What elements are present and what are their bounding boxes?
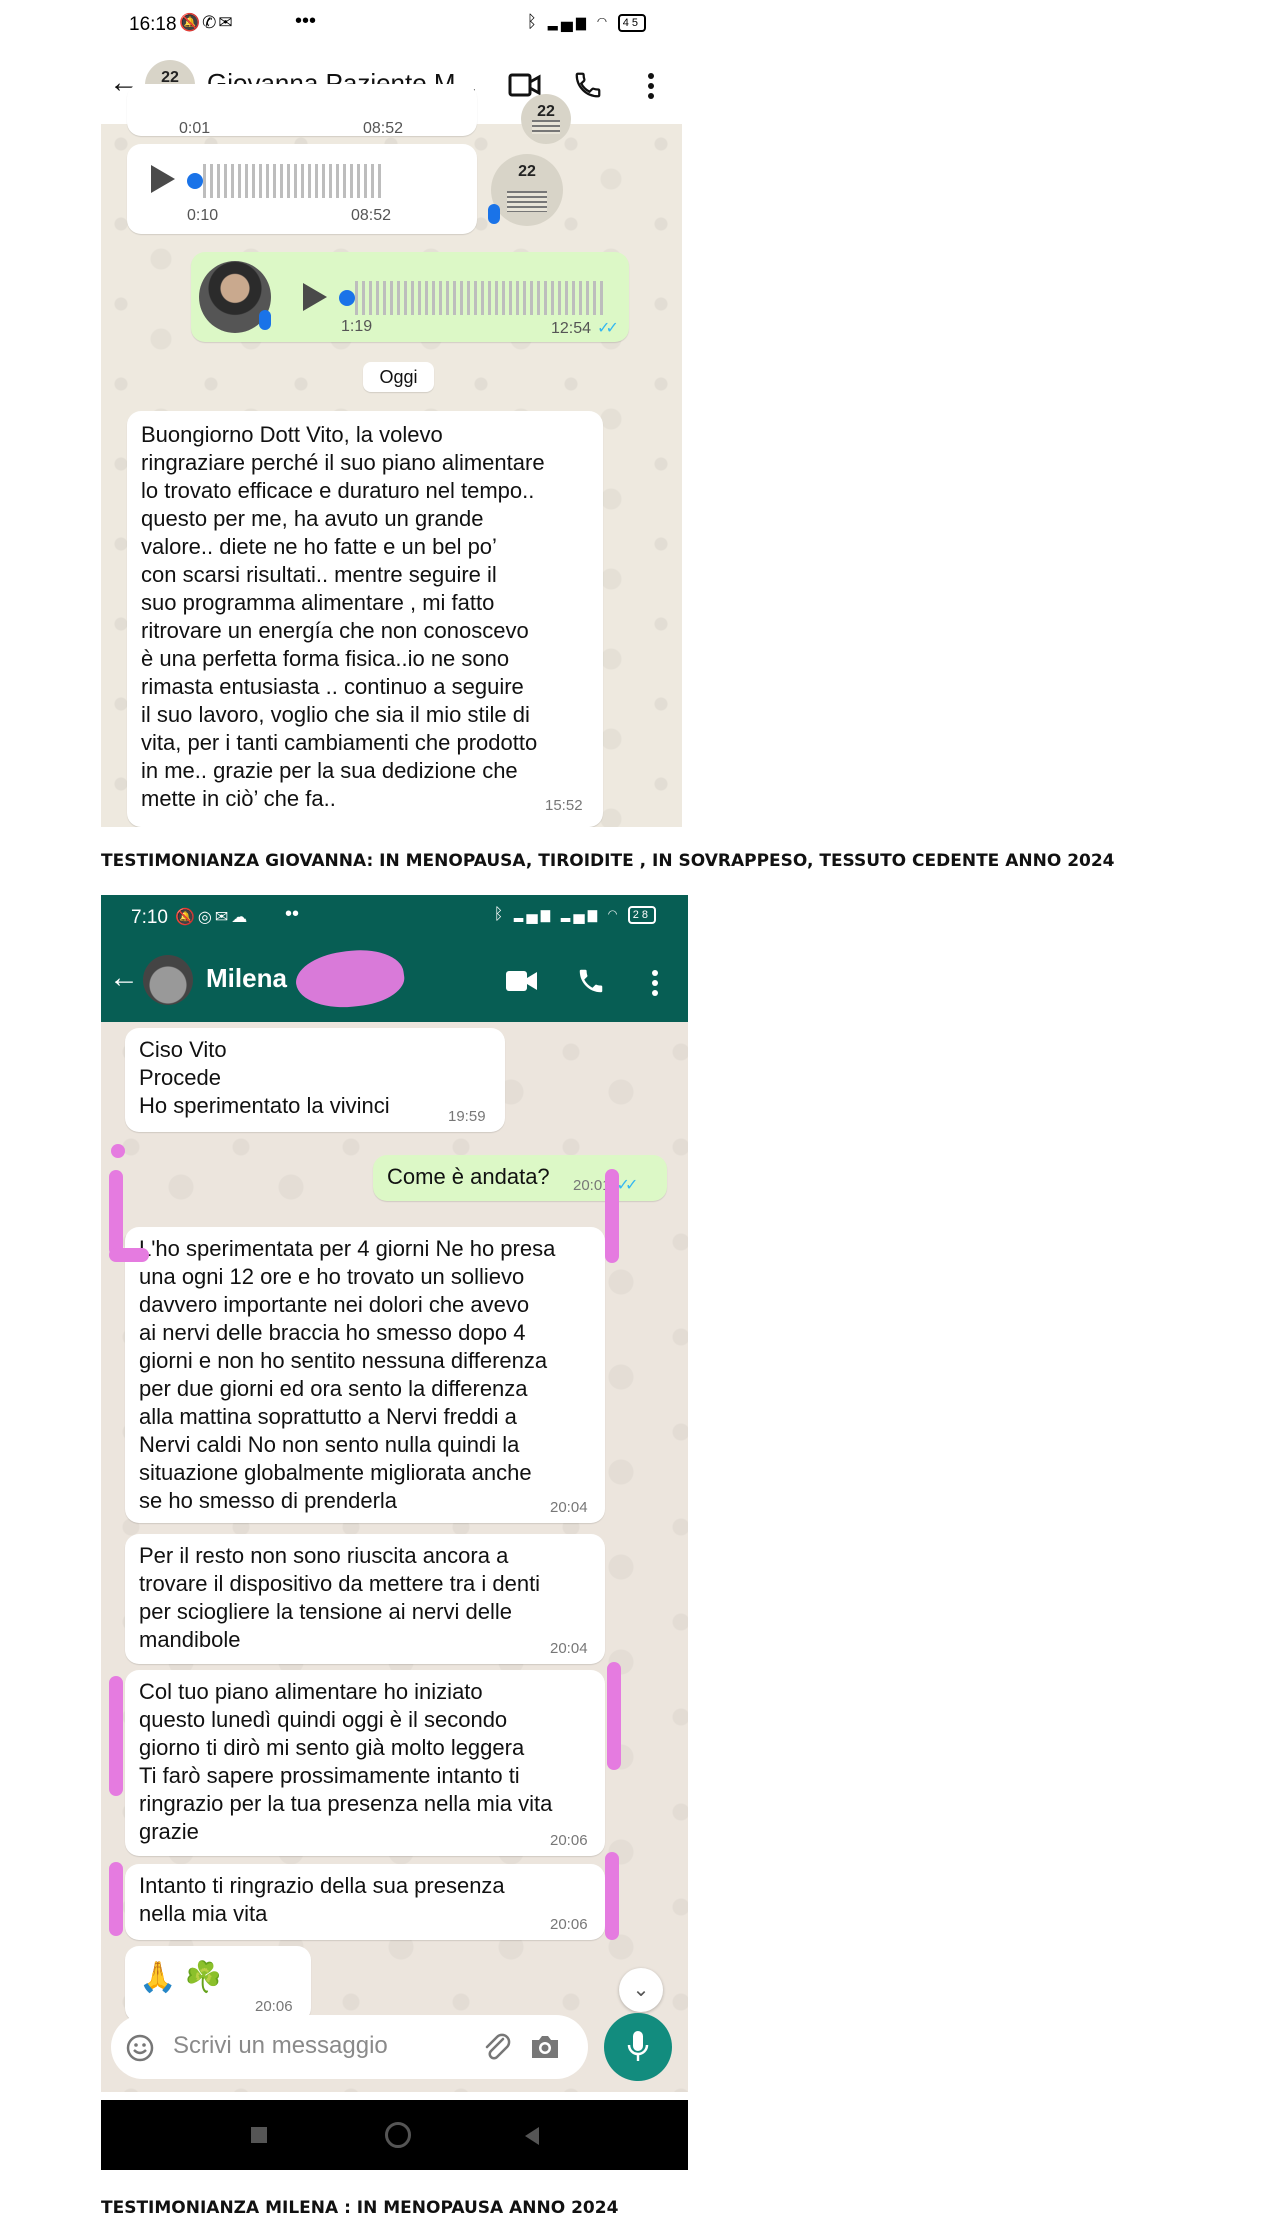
date-separator: Oggi [363, 362, 434, 392]
more-notifications-icon: ••• [295, 10, 317, 32]
read-ticks-icon: ✓✓ [616, 1177, 639, 1194]
voice-elapsed: 1:19 [341, 318, 373, 335]
voice-message-1[interactable]: 0:10 08:52 [127, 144, 477, 234]
highlight-dot [111, 1144, 125, 1158]
read-ticks-icon: ✓✓ [597, 320, 619, 337]
home-button[interactable] [385, 2122, 411, 2148]
message-time: 19:59 [448, 1108, 486, 1125]
message-text: Come è andata? [387, 1164, 550, 1189]
message-text: Ciso Vito Procede Ho sperimentato la viv… [139, 1037, 390, 1118]
more-options-icon[interactable] [650, 969, 660, 997]
highlight-bracket-left-hook [109, 1248, 149, 1262]
status-right-icons: ᛒ ▂▄▆ ▂▄▆ ◠ 28 [494, 906, 656, 924]
video-call-icon[interactable] [505, 969, 539, 993]
message-time: 20:04 [550, 1640, 588, 1657]
more-options-icon[interactable] [646, 72, 656, 100]
emoji-icon[interactable] [125, 2033, 155, 2063]
system-navigation-bar [101, 2100, 688, 2170]
screenshot-milena: 7:10 🔕◎✉☁ •• ᛒ ▂▄▆ ▂▄▆ ◠ 28 ← Milena Cis… [101, 895, 688, 2170]
message-input[interactable]: Scrivi un messaggio [173, 2032, 388, 2060]
voice-elapsed: 0:10 [187, 207, 219, 224]
message-time: 20:06 [255, 1998, 293, 2015]
voice-time: 12:54 ✓✓ [551, 320, 619, 337]
camera-icon[interactable] [529, 2033, 561, 2061]
message-time: 20:04 [550, 1499, 588, 1516]
message-time: 20:06 [550, 1832, 588, 1849]
message-time: 20:06 [550, 1916, 588, 1933]
voice-progress-dot[interactable] [339, 290, 355, 306]
recents-button[interactable] [251, 2127, 267, 2143]
waveform[interactable] [203, 164, 383, 198]
voice-message-2[interactable]: 1:19 12:54 ✓✓ [191, 252, 629, 342]
back-button[interactable] [525, 2127, 539, 2145]
highlight-bracket-right [607, 1662, 621, 1770]
mic-icon [259, 310, 271, 330]
highlight-bracket-left [109, 1862, 123, 1936]
battery-icon: 45 [617, 13, 646, 32]
video-call-icon[interactable] [508, 72, 542, 98]
message-outgoing[interactable]: Come è andata? 20:01 ✓✓ [373, 1155, 667, 1201]
message-time: 20:01 ✓✓ [573, 1177, 639, 1194]
message-text: L'ho sperimentata per 4 giorni Ne ho pre… [139, 1236, 556, 1513]
chat-area[interactable]: Ciso Vito Procede Ho sperimentato la viv… [101, 1022, 688, 2092]
attach-icon[interactable] [481, 2031, 511, 2063]
message-input-bar[interactable]: Scrivi un messaggio [111, 2015, 588, 2079]
scroll-down-button[interactable]: ⌄ [619, 1968, 663, 2012]
message-incoming[interactable]: Col tuo piano alimentare ho iniziato que… [125, 1670, 605, 1856]
notification-icons: 🔕✆✉ [179, 13, 235, 32]
more-notifications-icon: •• [285, 903, 300, 925]
play-icon[interactable] [303, 283, 327, 311]
voice-time: 08:52 [351, 207, 392, 224]
chat-header: ← Milena [101, 939, 688, 1022]
voice-time: 08:52 [363, 120, 404, 137]
caption-milena: TESTIMONIANZA MILENA : IN MENOPAUSA ANNO… [101, 2198, 619, 2218]
contact-avatar[interactable] [143, 955, 193, 1005]
message-incoming[interactable]: Intanto ti ringrazio della sua presenza … [125, 1864, 605, 1940]
highlight-bracket-right [605, 1169, 619, 1263]
emoji-text: 🙏 ☘️ [139, 1961, 223, 1994]
message-time: 15:52 [545, 797, 583, 814]
voice-call-icon[interactable] [576, 966, 606, 996]
message-incoming[interactable]: L'ho sperimentata per 4 giorni Ne ho pre… [125, 1227, 605, 1523]
highlight-bracket-right [605, 1852, 619, 1940]
status-right-icons: ᛒ ▂▄▆ ◠ 45 [527, 12, 646, 32]
message-text: Buongiorno Dott Vito, la volevo ringrazi… [141, 422, 545, 811]
message-text: Col tuo piano alimentare ho iniziato que… [139, 1679, 553, 1844]
status-bar: 7:10 🔕◎✉☁ •• ᛒ ▂▄▆ ▂▄▆ ◠ 28 [101, 895, 688, 939]
status-bar: 16:18 🔕✆✉ ••• ᛒ ▂▄▆ ◠ 45 [101, 0, 682, 52]
mic-icon [627, 2031, 649, 2061]
message-incoming[interactable]: Per il resto non sono riuscita ancora a … [125, 1534, 605, 1664]
voice-progress-dot[interactable] [187, 173, 203, 189]
voice-message-partial[interactable]: 0:01 08:52 [127, 84, 477, 137]
message-text: Per il resto non sono riuscita ancora a … [139, 1543, 541, 1652]
message-emoji[interactable]: 🙏 ☘️ 20:06 [125, 1946, 311, 2022]
caption-giovanna: TESTIMONIANZA GIOVANNA: IN MENOPAUSA, TI… [101, 851, 1115, 871]
message-incoming[interactable]: Ciso Vito Procede Ho sperimentato la viv… [125, 1028, 505, 1132]
highlight-bracket-left [109, 1170, 123, 1256]
sender-avatar [521, 94, 571, 144]
mic-button[interactable] [604, 2013, 672, 2081]
mic-icon [488, 204, 500, 224]
status-time: 7:10 [131, 907, 168, 928]
waveform[interactable] [355, 281, 605, 315]
status-time: 16:18 [129, 14, 177, 35]
redaction-scribble [292, 943, 408, 1015]
text-message[interactable]: Buongiorno Dott Vito, la volevo ringrazi… [127, 411, 603, 827]
highlight-bracket-left [109, 1676, 123, 1796]
sender-avatar [491, 154, 563, 226]
back-arrow-icon[interactable]: ← [109, 961, 139, 995]
voice-call-icon[interactable] [573, 70, 603, 100]
play-icon[interactable] [151, 165, 175, 193]
chat-area[interactable]: 0:01 08:52 0:10 08:52 1:19 12:54✓✓ Oggi [101, 84, 682, 827]
screenshot-giovanna: 16:18 🔕✆✉ ••• ᛒ ▂▄▆ ◠ 45 ← Giovanna Pazi… [101, 0, 682, 827]
notification-icons: 🔕◎✉☁ [175, 909, 251, 926]
contact-name[interactable]: Milena [206, 963, 287, 994]
message-text: Intanto ti ringrazio della sua presenza … [139, 1873, 505, 1926]
battery-icon: 28 [627, 906, 656, 924]
voice-elapsed: 0:01 [179, 120, 211, 137]
